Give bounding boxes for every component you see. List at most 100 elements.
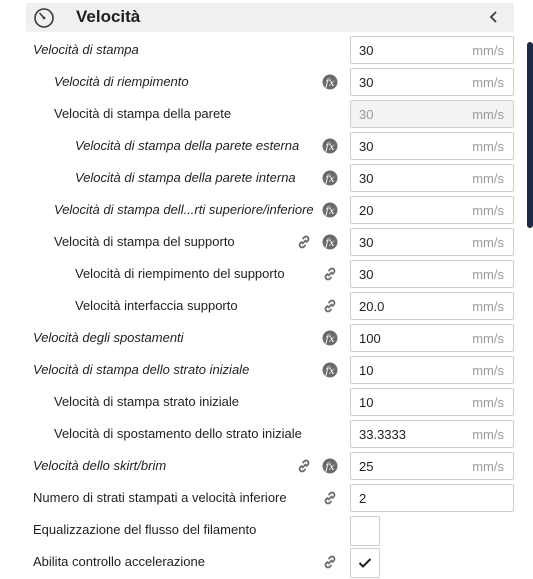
field-value: 100 [359, 331, 381, 346]
field-value: 30 [359, 139, 374, 154]
chevron-left-icon[interactable] [486, 9, 502, 25]
function-icon[interactable]: fx [322, 202, 338, 218]
field-value: 30 [359, 171, 374, 186]
field-value: 25 [359, 459, 374, 474]
slower-layers-input[interactable]: 2 [350, 484, 514, 512]
setting-row-initial-layer-travel-speed: Velocità di spostamento dello strato ini… [0, 418, 520, 450]
field-unit: mm/s [472, 395, 504, 410]
initial-layer-print-speed-input[interactable]: 10 mm/s [350, 388, 514, 416]
support-speed-input[interactable]: 30 mm/s [350, 228, 514, 256]
setting-row-outer-wall-speed: Velocità di stampa della parete esterna … [0, 130, 520, 162]
svg-text:fx: fx [324, 462, 335, 473]
field-value: 10 [359, 395, 374, 410]
function-icon[interactable]: fx [322, 330, 338, 346]
field-unit: mm/s [472, 139, 504, 154]
link-icon[interactable] [322, 554, 338, 570]
setting-row-support-interface-speed: Velocità interfaccia supporto 20.0 mm/s [0, 290, 520, 322]
setting-label: Velocità di stampa della parete interna [75, 170, 296, 185]
scrollbar[interactable] [527, 42, 533, 228]
field-unit: mm/s [472, 107, 504, 122]
field-unit: mm/s [472, 235, 504, 250]
svg-text:fx: fx [324, 366, 335, 377]
setting-row-inner-wall-speed: Velocità di stampa della parete interna … [0, 162, 520, 194]
field-value: 30 [359, 107, 374, 122]
field-unit: mm/s [472, 267, 504, 282]
setting-label: Velocità di stampa [33, 42, 139, 57]
section-header[interactable]: Velocità [26, 3, 514, 32]
function-icon[interactable]: fx [322, 234, 338, 250]
setting-label: Velocità di stampa della parete [54, 106, 232, 121]
field-unit: mm/s [472, 75, 504, 90]
setting-label: Equalizzazione del flusso del filamento [33, 522, 257, 537]
initial-layer-travel-speed-input[interactable]: 33.3333 mm/s [350, 420, 514, 448]
setting-label: Velocità dello skirt/brim [33, 458, 167, 473]
initial-layer-speed-input[interactable]: 10 mm/s [350, 356, 514, 384]
setting-row-support-speed: Velocità di stampa del supporto fx 30 mm… [0, 226, 520, 258]
setting-label: Velocità di riempimento del supporto [75, 266, 285, 281]
setting-row-support-infill-speed: Velocità di riempimento del supporto 30 … [0, 258, 520, 290]
setting-row-print-speed: Velocità di stampa 30 mm/s [0, 34, 520, 66]
setting-row-initial-layer-speed: Velocità di stampa dello strato iniziale… [0, 354, 520, 386]
flow-equalization-checkbox[interactable] [350, 516, 380, 546]
infill-speed-input[interactable]: 30 mm/s [350, 68, 514, 96]
topbottom-speed-input[interactable]: 20 mm/s [350, 196, 514, 224]
function-icon[interactable]: fx [322, 74, 338, 90]
link-icon[interactable] [322, 298, 338, 314]
link-icon[interactable] [322, 490, 338, 506]
svg-text:fx: fx [324, 142, 335, 153]
skirt-brim-speed-input[interactable]: 25 mm/s [350, 452, 514, 480]
field-unit: mm/s [472, 171, 504, 186]
function-icon[interactable]: fx [322, 458, 338, 474]
setting-row-topbottom-speed: Velocità di stampa dell...rti superiore/… [0, 194, 520, 226]
svg-text:fx: fx [324, 78, 335, 89]
setting-label: Abilita controllo accelerazione [33, 554, 205, 569]
function-icon[interactable]: fx [322, 362, 338, 378]
setting-label: Velocità di riempimento [54, 74, 189, 89]
svg-text:fx: fx [324, 206, 335, 217]
field-unit: mm/s [472, 299, 504, 314]
link-icon[interactable] [322, 266, 338, 282]
field-value: 2 [359, 491, 367, 506]
setting-label: Velocità interfaccia supporto [75, 298, 238, 313]
svg-text:fx: fx [324, 174, 335, 185]
field-value: 30 [359, 43, 374, 58]
setting-row-flow-equalization: Equalizzazione del flusso del filamento [0, 514, 520, 546]
speedometer-icon [34, 8, 54, 28]
setting-label: Velocità degli spostamenti [33, 330, 184, 345]
setting-row-acceleration-control: Abilita controllo accelerazione [0, 546, 520, 578]
setting-row-travel-speed: Velocità degli spostamenti fx 100 mm/s [0, 322, 520, 354]
field-value: 20 [359, 203, 374, 218]
wall-speed-input[interactable]: 30 mm/s [350, 100, 514, 128]
field-value: 30 [359, 267, 374, 282]
setting-row-wall-speed: Velocità di stampa della parete 30 mm/s [0, 98, 520, 130]
svg-text:fx: fx [324, 238, 335, 249]
field-unit: mm/s [472, 43, 504, 58]
section-title: Velocità [76, 7, 141, 26]
setting-row-initial-layer-print-speed: Velocità di stampa strato iniziale 10 mm… [0, 386, 520, 418]
field-value: 30 [359, 75, 374, 90]
function-icon[interactable]: fx [322, 138, 338, 154]
travel-speed-input[interactable]: 100 mm/s [350, 324, 514, 352]
link-icon[interactable] [296, 458, 312, 474]
setting-row-infill-speed: Velocità di riempimento fx 30 mm/s [0, 66, 520, 98]
print-speed-input[interactable]: 30 mm/s [350, 36, 514, 64]
setting-label: Velocità di stampa dell...rti superiore/… [54, 202, 314, 217]
field-value: 20.0 [359, 299, 385, 314]
support-interface-speed-input[interactable]: 20.0 mm/s [350, 292, 514, 320]
setting-label: Velocità di stampa strato iniziale [54, 394, 239, 409]
setting-label: Velocità di spostamento dello strato ini… [54, 426, 302, 441]
link-icon[interactable] [296, 234, 312, 250]
svg-text:fx: fx [324, 334, 335, 345]
field-unit: mm/s [472, 363, 504, 378]
acceleration-control-checkbox[interactable] [350, 548, 380, 578]
function-icon[interactable]: fx [322, 170, 338, 186]
support-infill-speed-input[interactable]: 30 mm/s [350, 260, 514, 288]
setting-label: Velocità di stampa dello strato iniziale [33, 362, 250, 377]
field-unit: mm/s [472, 459, 504, 474]
setting-row-slower-layers: Numero di strati stampati a velocità inf… [0, 482, 520, 514]
field-value: 30 [359, 235, 374, 250]
checkmark-icon [358, 558, 372, 568]
inner-wall-speed-input[interactable]: 30 mm/s [350, 164, 514, 192]
field-unit: mm/s [472, 331, 504, 346]
outer-wall-speed-input[interactable]: 30 mm/s [350, 132, 514, 160]
